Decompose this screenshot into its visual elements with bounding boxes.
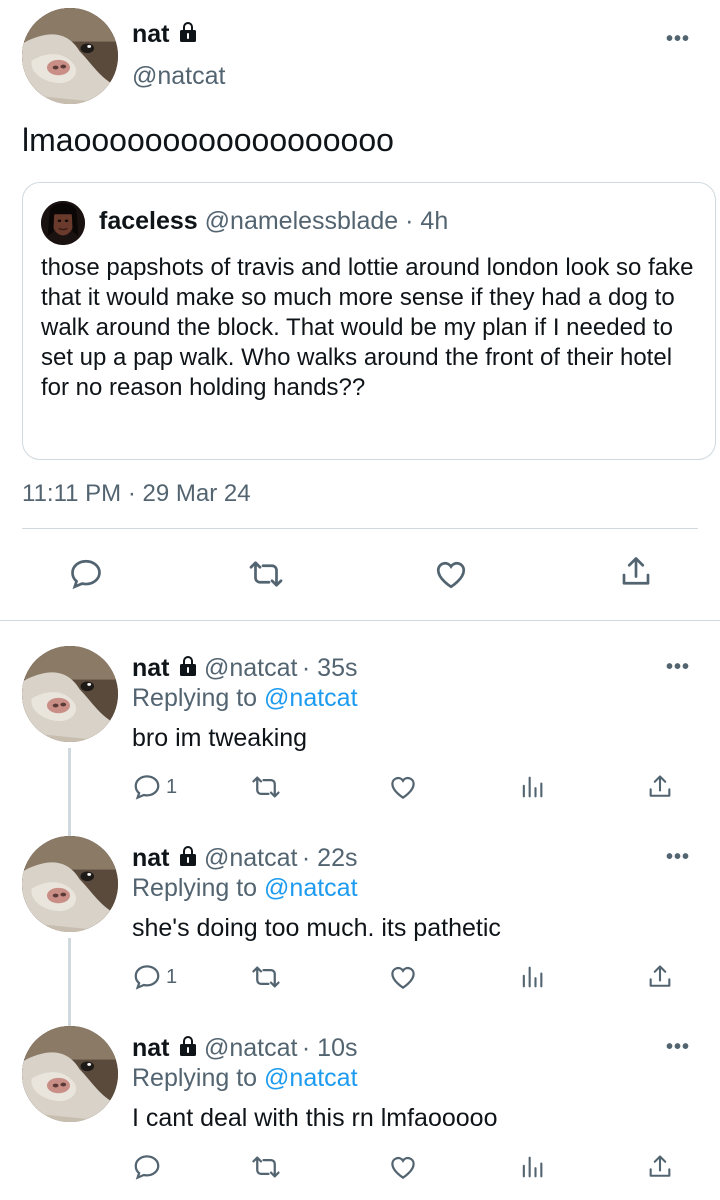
reply-name[interactable]: nat	[132, 1034, 170, 1062]
stats-icon	[518, 1152, 546, 1182]
retweet-icon	[250, 962, 282, 992]
lock-icon	[176, 20, 200, 44]
share-icon	[646, 962, 674, 992]
reply-button[interactable]	[132, 1152, 166, 1182]
reply-handle[interactable]: @natcat	[204, 1034, 297, 1062]
stats-icon	[518, 772, 546, 802]
tweet-text: lmaoooooooooooooooooo	[22, 122, 394, 158]
replying-prefix: Replying to	[132, 684, 258, 712]
quoted-avatar[interactable]	[41, 201, 85, 245]
reply-icon	[68, 556, 104, 592]
replying-to: Replying to @natcat	[132, 1064, 358, 1093]
reply-button[interactable]	[68, 556, 104, 592]
divider	[0, 620, 720, 621]
reply-count: 1	[166, 775, 178, 798]
replying-prefix: Replying to	[132, 874, 258, 902]
views-button[interactable]	[518, 772, 546, 802]
heart-icon	[388, 962, 418, 992]
reply-avatar[interactable]	[22, 1026, 118, 1122]
reply-tweet[interactable]: nat @natcat · 10s ••• Replying to @natca…	[0, 1026, 720, 1200]
reply-time: · 10s	[301, 1034, 358, 1062]
quoted-header: faceless @namelessblade · 4h	[99, 207, 448, 236]
author-handle[interactable]: @natcat	[132, 62, 225, 91]
like-button[interactable]	[388, 1152, 418, 1182]
replying-link[interactable]: @natcat	[264, 1064, 357, 1092]
main-actions	[0, 556, 720, 596]
reply-header: nat @natcat · 10s	[132, 1034, 357, 1063]
reply-button[interactable]: 1	[132, 772, 177, 802]
retweet-button[interactable]	[250, 1152, 282, 1182]
main-avatar[interactable]	[22, 8, 118, 104]
replying-prefix: Replying to	[132, 1064, 258, 1092]
retweet-button[interactable]	[246, 556, 286, 592]
reply-tweet[interactable]: nat @natcat · 22s ••• Replying to @natca…	[0, 836, 720, 1028]
retweet-icon	[246, 556, 286, 592]
share-button[interactable]	[646, 962, 674, 992]
replying-link[interactable]: @natcat	[264, 874, 357, 902]
reply-handle[interactable]: @natcat	[204, 654, 297, 682]
more-options-icon[interactable]: •••	[666, 28, 690, 51]
like-button[interactable]	[432, 556, 470, 592]
replying-to: Replying to @natcat	[132, 874, 358, 903]
like-button[interactable]	[388, 962, 418, 992]
reply-text: she's doing too much. its pathetic	[132, 914, 501, 942]
retweet-button[interactable]	[250, 772, 282, 802]
reply-handle[interactable]: @natcat	[204, 844, 297, 872]
reply-button[interactable]: 1	[132, 962, 177, 992]
lock-icon	[176, 844, 200, 868]
reply-avatar[interactable]	[22, 646, 118, 742]
reply-name[interactable]: nat	[132, 654, 170, 682]
like-button[interactable]	[388, 772, 418, 802]
reply-tweet[interactable]: nat @natcat · 35s ••• Replying to @natca…	[0, 646, 720, 836]
reply-header: nat @natcat · 35s	[132, 654, 357, 683]
reply-icon	[132, 1152, 162, 1182]
share-icon	[646, 1152, 674, 1182]
more-options-icon[interactable]: •••	[666, 656, 690, 679]
quoted-handle[interactable]: @namelessblade	[205, 207, 399, 235]
replying-link[interactable]: @natcat	[264, 684, 357, 712]
reply-actions	[0, 1152, 720, 1184]
reply-actions: 1	[0, 962, 720, 994]
reply-actions: 1	[0, 772, 720, 804]
replying-to: Replying to @natcat	[132, 684, 358, 713]
retweet-icon	[250, 1152, 282, 1182]
lock-icon	[176, 654, 200, 678]
reply-icon	[132, 962, 162, 992]
quoted-text: those papshots of travis and lottie arou…	[41, 254, 694, 401]
more-options-icon[interactable]: •••	[666, 846, 690, 869]
reply-header: nat @natcat · 22s	[132, 844, 357, 873]
reply-time: · 35s	[301, 654, 358, 682]
share-button[interactable]	[646, 1152, 674, 1182]
reply-text: I cant deal with this rn lmfaooooo	[132, 1104, 498, 1132]
quoted-time: · 4h	[405, 207, 449, 235]
reply-text: bro im tweaking	[132, 724, 308, 752]
views-button[interactable]	[518, 1152, 546, 1182]
reply-time: · 22s	[301, 844, 358, 872]
tweet-timestamp[interactable]: 11:11 PM · 29 Mar 24	[22, 480, 251, 508]
retweet-button[interactable]	[250, 962, 282, 992]
lock-icon	[176, 1034, 200, 1058]
heart-icon	[388, 772, 418, 802]
heart-icon	[432, 556, 470, 592]
share-button[interactable]	[618, 554, 654, 590]
heart-icon	[388, 1152, 418, 1182]
retweet-icon	[250, 772, 282, 802]
views-button[interactable]	[518, 962, 546, 992]
share-icon	[646, 772, 674, 802]
more-options-icon[interactable]: •••	[666, 1036, 690, 1059]
reply-icon	[132, 772, 162, 802]
divider	[22, 528, 698, 529]
share-icon	[618, 554, 654, 590]
author-name: nat	[132, 20, 170, 48]
reply-count: 1	[166, 965, 178, 988]
reply-avatar[interactable]	[22, 836, 118, 932]
quoted-tweet[interactable]: faceless @namelessblade · 4h those papsh…	[22, 182, 716, 460]
stats-icon	[518, 962, 546, 992]
reply-name[interactable]: nat	[132, 844, 170, 872]
quoted-name[interactable]: faceless	[99, 207, 198, 235]
main-author[interactable]: nat	[132, 20, 200, 49]
share-button[interactable]	[646, 772, 674, 802]
